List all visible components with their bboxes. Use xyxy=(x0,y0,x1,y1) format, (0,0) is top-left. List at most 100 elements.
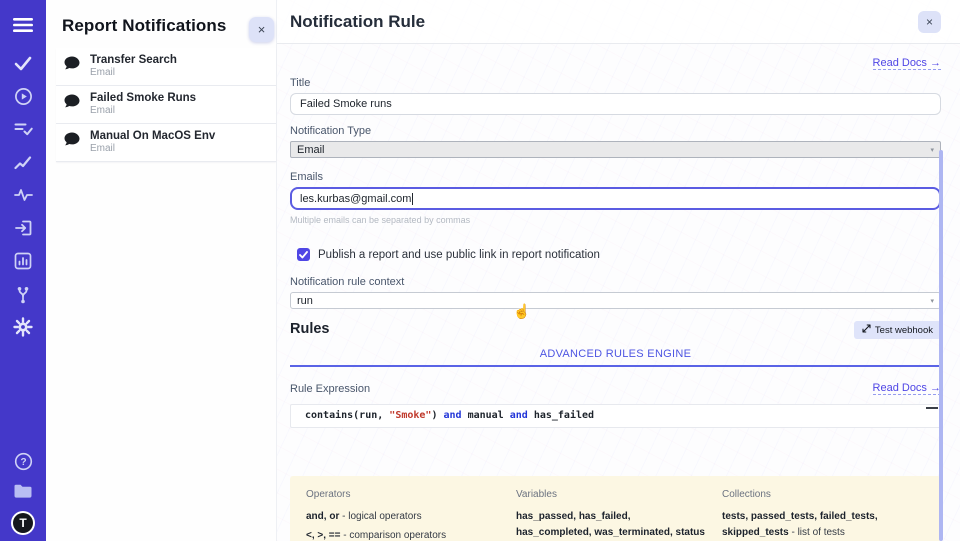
help-column-heading: Operators xyxy=(306,489,502,500)
emails-hint: Multiple emails can be separated by comm… xyxy=(290,215,941,225)
app-sidebar: ? T xyxy=(0,0,46,541)
tests-check-icon[interactable] xyxy=(12,53,34,73)
modal-close-button[interactable]: × xyxy=(918,11,941,33)
test-webhook-label: Test webhook xyxy=(875,325,933,336)
notifications-list: Transfer Search Email Failed Smoke Runs … xyxy=(56,48,276,162)
chat-bubble-icon xyxy=(63,131,81,153)
rules-heading: Rules xyxy=(290,321,330,337)
sign-in-icon[interactable] xyxy=(12,218,34,238)
rule-expression-code: contains(run, "Smoke") and manual and ha… xyxy=(305,410,594,421)
rule-expression-editor[interactable]: contains(run, "Smoke") and manual and ha… xyxy=(290,404,941,428)
menu-icon[interactable] xyxy=(12,14,34,36)
context-label: Notification rule context xyxy=(290,276,941,288)
help-column: Collections tests, passed_tests, failed_… xyxy=(722,489,925,541)
test-webhook-button[interactable]: Test webhook xyxy=(854,321,941,339)
notification-list-item[interactable]: Manual On MacOS Env Email xyxy=(56,124,276,162)
modal-title: Notification Rule xyxy=(290,12,425,32)
chat-bubble-icon xyxy=(63,93,81,115)
runs-play-icon[interactable] xyxy=(12,86,34,106)
help-line: tests, passed_tests, failed_tests, skipp… xyxy=(722,509,925,541)
help-description: - logical operators xyxy=(339,511,421,522)
read-docs-link[interactable]: Read Docs → xyxy=(873,382,941,395)
branch-icon[interactable] xyxy=(12,284,34,304)
diagonal-arrows-icon xyxy=(862,324,871,336)
help-column-lines: and, or - logical operators <, >, == - co… xyxy=(306,509,502,541)
context-select[interactable]: run ▾ xyxy=(290,292,941,309)
help-term: and, or xyxy=(306,511,339,522)
close-icon: × xyxy=(926,15,933,29)
help-term: <, >, == xyxy=(306,530,340,541)
code-token: "Smoke" xyxy=(389,410,431,421)
help-column-heading: Collections xyxy=(722,489,925,500)
code-token: contains(run, xyxy=(305,410,389,421)
help-column: Variables has_passed, has_failed, has_co… xyxy=(516,489,708,541)
chevron-down-icon: ▾ xyxy=(930,146,934,154)
settings-gear-icon[interactable] xyxy=(12,317,34,337)
help-column: Operators and, or - logical operators <, … xyxy=(306,489,502,541)
publish-checkbox-label: Publish a report and use public link in … xyxy=(318,249,600,261)
modal-header: Notification Rule × xyxy=(277,0,960,44)
rule-expression-row: Rule Expression Read Docs → xyxy=(290,382,941,395)
app-logo-letter: T xyxy=(13,513,33,533)
chat-bubble-icon xyxy=(63,55,81,77)
context-value: run xyxy=(297,295,313,307)
notification-type: Email xyxy=(90,67,177,78)
text-cursor xyxy=(412,193,413,205)
read-docs-link[interactable]: Read Docs → xyxy=(873,57,941,70)
code-token: has_failed xyxy=(528,410,594,421)
emails-input-value: les.kurbas@gmail.com xyxy=(300,193,411,205)
title-input[interactable]: Failed Smoke runs xyxy=(290,93,941,115)
notification-texts: Manual On MacOS Env Email xyxy=(90,130,215,154)
editor-resize-handle[interactable] xyxy=(926,407,938,409)
rules-row: Rules Test webhook xyxy=(290,321,941,339)
rules-tabbar: ADVANCED RULES ENGINE xyxy=(290,342,941,367)
title-input-value: Failed Smoke runs xyxy=(300,98,392,110)
notification-type-select[interactable]: Email ▾ xyxy=(290,141,941,158)
notification-title: Manual On MacOS Env xyxy=(90,130,215,142)
publish-checkbox-row[interactable]: Publish a report and use public link in … xyxy=(297,248,941,261)
emails-input[interactable]: les.kurbas@gmail.com xyxy=(290,187,941,210)
emails-label: Emails xyxy=(290,171,941,183)
help-column-lines: has_passed, has_failed, has_completed, w… xyxy=(516,509,708,541)
projects-folder-icon[interactable] xyxy=(12,481,34,501)
notification-type-label: Notification Type xyxy=(290,125,941,137)
report-notifications-panel: Report Notifications × Transfer Search E… xyxy=(46,0,277,541)
panel-header: Report Notifications xyxy=(46,0,276,48)
notification-rule-modal: Notification Rule × Read Docs → Title Fa… xyxy=(277,0,960,541)
panel-title: Report Notifications xyxy=(62,16,226,35)
analytics-bar-chart-icon[interactable] xyxy=(12,251,34,271)
help-description: - list of tests xyxy=(789,527,845,538)
app-logo[interactable]: T xyxy=(11,511,35,535)
vertical-scrollbar[interactable] xyxy=(939,150,943,541)
modal-content: Read Docs → Title Failed Smoke runs Noti… xyxy=(277,53,960,541)
code-token: ) xyxy=(431,410,443,421)
help-column-heading: Variables xyxy=(516,489,708,500)
help-line: and, or - logical operators xyxy=(306,509,502,525)
notification-title: Transfer Search xyxy=(90,54,177,66)
tab-advanced-rules-engine[interactable]: ADVANCED RULES ENGINE xyxy=(540,348,692,360)
notification-list-item[interactable]: Failed Smoke Runs Email xyxy=(56,86,276,124)
help-circle-icon[interactable]: ? xyxy=(12,451,34,471)
notification-texts: Failed Smoke Runs Email xyxy=(90,92,196,116)
svg-text:?: ? xyxy=(20,457,26,468)
panel-close-button[interactable]: × xyxy=(249,17,274,42)
checkbox-checked-icon[interactable] xyxy=(297,248,310,261)
trend-steps-icon[interactable] xyxy=(12,152,34,172)
title-label: Title xyxy=(290,77,941,89)
rule-expression-label: Rule Expression xyxy=(290,383,370,395)
notification-title: Failed Smoke Runs xyxy=(90,92,196,104)
notification-type-value: Email xyxy=(297,144,325,156)
docs-row: Read Docs → xyxy=(290,53,941,67)
notification-type: Email xyxy=(90,105,196,116)
code-token: and xyxy=(510,410,528,421)
activity-pulse-icon[interactable] xyxy=(12,185,34,205)
code-token: manual xyxy=(462,410,510,421)
expression-help-panel: Operators and, or - logical operators <, … xyxy=(290,476,941,541)
help-description: - comparison operators xyxy=(340,530,446,541)
notification-type: Email xyxy=(90,143,215,154)
notification-list-item[interactable]: Transfer Search Email xyxy=(56,48,276,86)
code-token: and xyxy=(444,410,462,421)
plans-list-check-icon[interactable] xyxy=(12,119,34,139)
help-line: <, >, == - comparison operators xyxy=(306,528,502,541)
help-column-lines: tests, passed_tests, failed_tests, skipp… xyxy=(722,509,925,541)
